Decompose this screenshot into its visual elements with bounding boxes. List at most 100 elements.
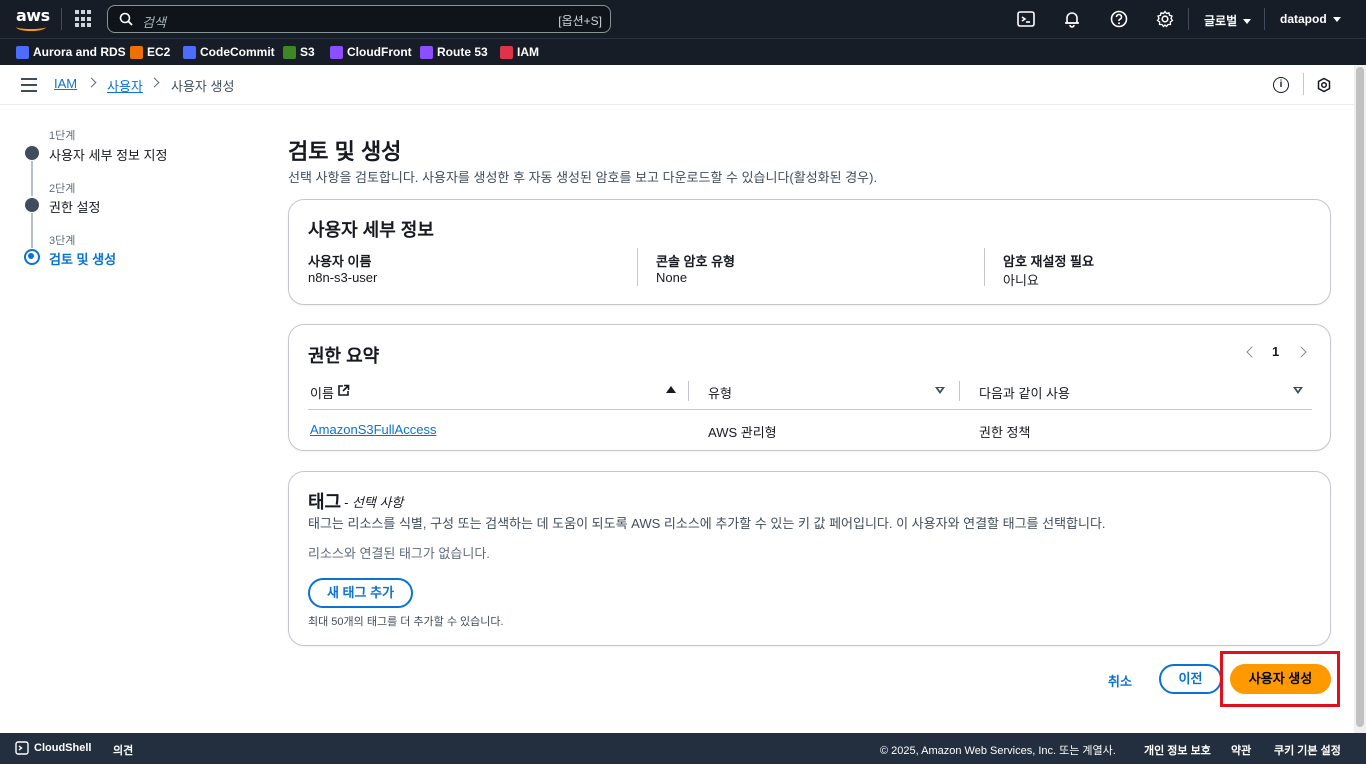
step-1-title[interactable]: 사용자 세부 정보 지정	[49, 145, 167, 164]
page-description: 선택 사항을 검토합니다. 사용자를 생성한 후 자동 생성된 암호를 보고 다…	[288, 170, 878, 185]
footer-privacy-link[interactable]: 개인 정보 보호	[1144, 742, 1211, 758]
top-navigation-bar: aws 검색 [옵션+S] 글로벌 datapod	[0, 0, 1366, 38]
step-2-dot-icon	[25, 198, 39, 212]
policy-name-link[interactable]: AmazonS3FullAccess	[310, 422, 436, 437]
tags-empty-message: 리소스와 연결된 태그가 없습니다.	[308, 546, 490, 561]
favorite-ec2[interactable]: EC2	[130, 45, 170, 59]
pagination-prev-icon[interactable]	[1246, 346, 1258, 358]
footer-cloudshell-link[interactable]: CloudShell	[34, 742, 91, 754]
step-3-label: 3단계	[49, 235, 76, 247]
step-3-title: 검토 및 생성	[49, 252, 117, 267]
cloudshell-icon[interactable]	[1016, 9, 1036, 29]
settings-cog-icon[interactable]	[1316, 77, 1332, 93]
caret-down-icon	[1243, 19, 1252, 25]
divider	[61, 8, 62, 30]
username-key: 사용자 이름	[308, 254, 372, 269]
scrollbar-thumb[interactable]	[1356, 67, 1364, 727]
breadcrumb-create-user: 사용자 생성	[171, 79, 235, 94]
step-2-title[interactable]: 권한 설정	[49, 197, 100, 216]
step-1-label: 1단계	[49, 130, 76, 142]
tags-description: 태그는 리소스를 식별, 구성 또는 검색하는 데 도움이 되도록 AWS 리소…	[308, 516, 1106, 531]
column-header-type: 유형	[708, 386, 732, 401]
favorite-iam[interactable]: IAM	[500, 45, 539, 59]
iam-service-icon	[500, 45, 513, 59]
step-2-label: 2단계	[49, 183, 76, 195]
codecommit-service-icon	[183, 45, 196, 59]
sort-icon	[1293, 387, 1303, 394]
favorite-label: IAM	[517, 45, 539, 59]
pagination-current-page[interactable]: 1	[1272, 344, 1279, 359]
previous-button[interactable]: 이전	[1159, 664, 1222, 694]
search-shortcut: [옵션+S]	[558, 14, 602, 28]
favorite-codecommit[interactable]: CodeCommit	[183, 45, 275, 59]
console-password-type-value: None	[656, 270, 688, 285]
aurora-rds-service-icon	[16, 45, 29, 59]
footer-terms-link[interactable]: 약관	[1231, 742, 1251, 758]
breadcrumb-users[interactable]: 사용자	[107, 76, 143, 95]
favorite-label: Aurora and RDS	[33, 45, 126, 59]
password-reset-key: 암호 재설정 필요	[1003, 254, 1094, 269]
page-scrollbar[interactable]	[1354, 65, 1366, 733]
aws-smile-icon	[16, 23, 46, 31]
favorite-label: CloudFront	[347, 45, 412, 59]
favorite-route53[interactable]: Route 53	[420, 45, 488, 59]
tags-card: 태그 - 선택 사항 태그는 리소스를 식별, 구성 또는 검색하는 데 도움이…	[288, 471, 1331, 646]
column-header-used-as: 다음과 같이 사용	[979, 386, 1070, 401]
cancel-button[interactable]: 취소	[1108, 671, 1132, 690]
help-icon[interactable]	[1109, 9, 1129, 29]
footer-feedback-link[interactable]: 의견	[113, 742, 133, 758]
search-icon	[119, 12, 133, 26]
footer-bar: CloudShell 의견 © 2025, Amazon Web Service…	[0, 733, 1366, 764]
external-link-icon	[338, 384, 350, 396]
sort-ascending-icon	[666, 386, 676, 393]
user-details-heading: 사용자 세부 정보	[308, 220, 434, 240]
favorites-bar: Aurora and RDS EC2 CodeCommit S3 CloudFr…	[0, 38, 1366, 65]
services-grid-icon[interactable]	[75, 10, 93, 28]
column-divider	[637, 248, 638, 286]
step-1-dot-icon	[25, 146, 39, 160]
password-reset-value: 아니요	[1003, 273, 1039, 288]
search-input[interactable]: 검색 [옵션+S]	[107, 5, 611, 33]
user-details-card: 사용자 세부 정보 사용자 이름 n8n-s3-user 콘솔 암호 유형 No…	[288, 199, 1331, 305]
footer-cookie-preferences-link[interactable]: 쿠키 기본 설정	[1274, 742, 1341, 758]
permissions-summary-card: 권한 요약 1 이름 유형 다음과 같이 사용 AmazonS3FullAcce…	[288, 324, 1331, 451]
breadcrumb-bar: IAM 사용자 사용자 생성 i	[0, 65, 1354, 105]
create-user-button[interactable]: 사용자 생성	[1230, 664, 1331, 694]
step-3-dot-icon	[24, 249, 40, 265]
console-password-type-key: 콘솔 암호 유형	[656, 254, 735, 269]
info-icon[interactable]: i	[1273, 77, 1289, 93]
region-selector[interactable]: 글로벌	[1204, 12, 1252, 29]
settings-gear-icon[interactable]	[1155, 9, 1175, 29]
pagination-next-icon[interactable]	[1295, 346, 1307, 358]
account-menu[interactable]: datapod	[1280, 12, 1341, 26]
favorite-label: CodeCommit	[200, 45, 275, 59]
divider	[1264, 8, 1265, 30]
favorite-aurora-rds[interactable]: Aurora and RDS	[16, 45, 126, 59]
region-label: 글로벌	[1204, 14, 1238, 28]
tags-heading: 태그	[308, 492, 342, 512]
tags-limit-note: 최대 50개의 태그를 더 추가할 수 있습니다.	[308, 616, 504, 628]
tags-optional-label: - 선택 사항	[344, 495, 404, 510]
page-title: 검토 및 생성	[288, 139, 402, 164]
chevron-right-icon	[86, 77, 97, 88]
step-connector	[31, 213, 33, 248]
sort-icon	[935, 387, 945, 394]
permissions-heading: 권한 요약	[308, 346, 380, 366]
breadcrumb-iam[interactable]: IAM	[54, 76, 77, 91]
cloudfront-service-icon	[330, 45, 343, 59]
favorite-label: Route 53	[437, 45, 488, 59]
favorite-label: EC2	[147, 45, 171, 59]
route53-service-icon	[420, 45, 433, 59]
account-label: datapod	[1280, 12, 1327, 26]
search-placeholder: 검색	[142, 15, 166, 30]
username-value: n8n-s3-user	[308, 270, 378, 285]
menu-hamburger-icon[interactable]	[21, 78, 37, 92]
add-tag-button[interactable]: 새 태그 추가	[308, 578, 413, 608]
cloudshell-icon	[15, 741, 29, 755]
aws-logo[interactable]: aws	[14, 6, 50, 32]
notifications-bell-icon[interactable]	[1062, 9, 1082, 29]
favorite-s3[interactable]: S3	[283, 45, 315, 59]
step-connector	[31, 161, 33, 196]
favorite-cloudfront[interactable]: CloudFront	[330, 45, 412, 59]
footer-copyright: © 2025, Amazon Web Services, Inc. 또는 계열사…	[880, 745, 1116, 757]
